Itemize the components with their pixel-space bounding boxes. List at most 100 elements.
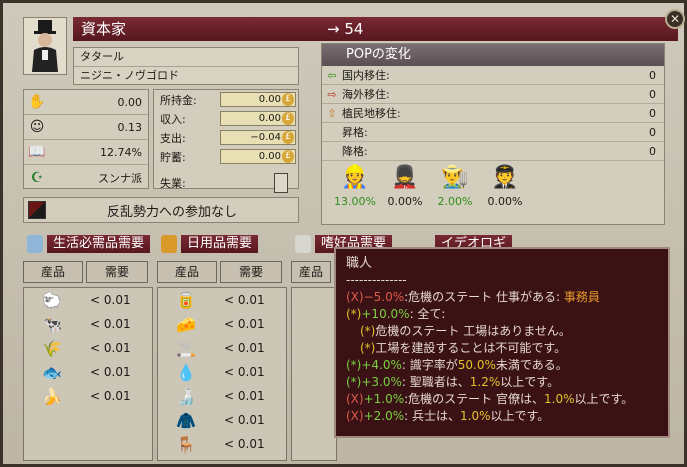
unemployment-row[interactable]: 失業: bbox=[154, 172, 298, 194]
list-item[interactable]: 🌾 < 0.01 bbox=[24, 336, 152, 360]
tooltip-line: (*)危機のステート 工場はありません。 bbox=[360, 324, 571, 338]
wine-glass-icon bbox=[295, 235, 311, 253]
list-item[interactable]: 🐄 < 0.01 bbox=[24, 312, 152, 336]
money-row-expense[interactable]: 支出: −0.04 bbox=[154, 128, 298, 147]
tab-everyday-needs[interactable]: 日用品需要 bbox=[161, 235, 259, 253]
unemployment-bar bbox=[274, 173, 288, 193]
location-name[interactable]: ニジニ・ノヴゴロド bbox=[74, 66, 298, 84]
pop-figure-4-pct: 0.00% bbox=[487, 195, 523, 208]
tooltip-line: (*)+3.0%: 聖職者は、1.2%以上です。 bbox=[346, 375, 560, 389]
money-row-income[interactable]: 収入: 0.00 bbox=[154, 109, 298, 128]
pop-figure-2[interactable]: 💂 0.00% bbox=[380, 165, 430, 208]
colonial-migration-value: 0 bbox=[649, 106, 656, 120]
livestock-icon: 🐑 bbox=[42, 290, 62, 310]
tooltip-title: 職人 bbox=[346, 256, 373, 271]
demotion-label: 降格: bbox=[342, 145, 368, 158]
life-goods-list: 🐑 < 0.01 🐄 < 0.01 🌾 < 0.01 🐟 < 0.01 🍌 < 0.01 bbox=[23, 287, 153, 461]
demotion-row[interactable]: 降格: 0 bbox=[322, 142, 664, 161]
militancy-value: 0.00 bbox=[117, 95, 143, 109]
consciousness-row[interactable]: ☺ 0.13 bbox=[24, 115, 148, 140]
internal-migration-label: 国内移住: bbox=[342, 69, 390, 82]
internal-migration-value: 0 bbox=[649, 68, 656, 82]
rebel-panel[interactable]: 反乱勢力への参加なし bbox=[23, 197, 299, 223]
money-row-savings[interactable]: 貯蓄: 0.00 bbox=[154, 147, 298, 166]
income-label: 収入: bbox=[160, 112, 186, 126]
list-item[interactable]: 🍶 < 0.01 bbox=[158, 384, 286, 408]
internal-migration-icon: ⇦ bbox=[327, 68, 337, 82]
list-item[interactable]: 💧 < 0.01 bbox=[158, 360, 286, 384]
demand-value: < 0.01 bbox=[224, 293, 265, 307]
consciousness-value: 0.13 bbox=[117, 120, 143, 134]
close-button[interactable]: ✕ bbox=[665, 9, 685, 29]
pop-figures: 👷 13.00% 💂 0.00% 👨‍🌾 2.00% 🧑‍✈️ 0.00% bbox=[322, 165, 664, 208]
clothes-icon: 🧥 bbox=[176, 410, 196, 430]
culture-name: タタール bbox=[80, 50, 124, 63]
demand-value: < 0.01 bbox=[224, 365, 265, 379]
glass-icon bbox=[27, 235, 43, 253]
promotion-label: 昇格: bbox=[342, 126, 368, 139]
oil-icon: 💧 bbox=[176, 362, 196, 382]
cash-label: 所持金: bbox=[160, 93, 197, 107]
colonial-migration-row[interactable]: ⇧ 植民地移住: 0 bbox=[322, 104, 664, 123]
savings-value: 0.00 bbox=[220, 149, 296, 164]
tooltip-line: (X)+2.0%: 兵士は、1.0%以上です。 bbox=[346, 409, 550, 423]
liquor-icon: 🍶 bbox=[176, 386, 196, 406]
life-product-header[interactable]: 産品 bbox=[23, 261, 83, 283]
fish-icon: 🐟 bbox=[42, 362, 62, 382]
luxury-needs-column: 産品 bbox=[291, 261, 337, 461]
list-item[interactable]: 🐑 < 0.01 bbox=[24, 288, 152, 312]
militancy-row[interactable]: ✋ 0.00 bbox=[24, 90, 148, 115]
list-item[interactable]: 🧀 < 0.01 bbox=[158, 312, 286, 336]
tooltip: 職人 -------------- (X)−5.0%:危機のステート 仕事がある… bbox=[334, 247, 670, 438]
tooltip-line: (X)+1.0%:危機のステート 官僚は、1.0%以上です。 bbox=[346, 392, 634, 406]
pop-figure-1[interactable]: 👷 13.00% bbox=[330, 165, 380, 208]
life-demand-header[interactable]: 需要 bbox=[86, 261, 148, 283]
beer-icon bbox=[161, 235, 177, 253]
pop-figure-4[interactable]: 🧑‍✈️ 0.00% bbox=[480, 165, 530, 208]
list-item[interactable]: 🪑 < 0.01 bbox=[158, 432, 286, 456]
pipe-icon: 🚬 bbox=[176, 338, 196, 358]
list-item[interactable]: 🧥 < 0.01 bbox=[158, 408, 286, 432]
religion-row[interactable]: ☪ スンナ派 bbox=[24, 165, 148, 190]
pop-size-value: 54 bbox=[344, 20, 364, 38]
worker-figure-icon: 👷 bbox=[341, 165, 369, 190]
list-item[interactable]: 🚬 < 0.01 bbox=[158, 336, 286, 360]
soldier-figure-icon: 💂 bbox=[391, 165, 419, 190]
list-item[interactable]: 🍌 < 0.01 bbox=[24, 384, 152, 408]
demand-value: < 0.01 bbox=[90, 293, 131, 307]
culture-panel: タタール ニジニ・ノヴゴロド bbox=[73, 47, 299, 85]
tooltip-line: (*)+4.0%: 識字率が50.0%未満である。 bbox=[346, 358, 568, 372]
everyday-needs-column: 産品 需要 🥫 < 0.01 🧀 < 0.01 🚬 < 0.01 💧 < 0.01 🍶 <… bbox=[157, 261, 287, 461]
luxury-product-header[interactable]: 産品 bbox=[291, 261, 331, 283]
everyday-demand-header[interactable]: 需要 bbox=[220, 261, 282, 283]
everyday-product-header[interactable]: 産品 bbox=[157, 261, 217, 283]
size-arrow: → bbox=[327, 20, 340, 38]
money-row-cash[interactable]: 所持金: 0.00 bbox=[154, 90, 298, 109]
list-item[interactable]: 🐟 < 0.01 bbox=[24, 360, 152, 384]
life-needs-label: 生活必需品需要 bbox=[47, 235, 151, 253]
colonial-migration-label: 植民地移住: bbox=[342, 107, 401, 120]
pop-type-title: 資本家 bbox=[81, 20, 127, 38]
emigration-label: 海外移住: bbox=[342, 88, 390, 101]
tooltip-line: (X)−5.0%:危機のステート 仕事がある: 事務員 bbox=[346, 290, 600, 304]
income-value: 0.00 bbox=[220, 111, 296, 126]
tab-life-needs[interactable]: 生活必需品需要 bbox=[27, 235, 151, 253]
everyday-needs-label: 日用品需要 bbox=[181, 235, 259, 253]
life-needs-column: 産品 需要 🐑 < 0.01 🐄 < 0.01 🌾 < 0.01 🐟 < 0.01 🍌 <… bbox=[23, 261, 153, 461]
pop-window: 資本家 → 54 ✕ タタール ニジニ・ノヴゴロド ✋ 0.00 ☺ 0.13 … bbox=[0, 0, 687, 467]
capitalist-portrait bbox=[23, 17, 67, 75]
emigration-row[interactable]: ⇨ 海外移住: 0 bbox=[322, 85, 664, 104]
money-panel: 所持金: 0.00 収入: 0.00 支出: −0.04 貯蓄: 0.00 失業… bbox=[153, 89, 299, 193]
demand-value: < 0.01 bbox=[224, 317, 265, 331]
cattle-icon: 🐄 bbox=[42, 314, 62, 334]
list-item[interactable]: 🥫 < 0.01 bbox=[158, 288, 286, 312]
demotion-value: 0 bbox=[649, 144, 656, 158]
rebel-status: 反乱勢力への参加なし bbox=[106, 204, 237, 220]
pop-title-bar: 資本家 → 54 bbox=[73, 17, 678, 41]
internal-migration-row[interactable]: ⇦ 国内移住: 0 bbox=[322, 66, 664, 85]
rebel-flag-icon bbox=[28, 201, 46, 219]
pop-figure-3[interactable]: 👨‍🌾 2.00% bbox=[430, 165, 480, 208]
militancy-icon: ✋ bbox=[28, 94, 46, 110]
literacy-row[interactable]: 📖 12.74% bbox=[24, 140, 148, 165]
promotion-row[interactable]: 昇格: 0 bbox=[322, 123, 664, 142]
